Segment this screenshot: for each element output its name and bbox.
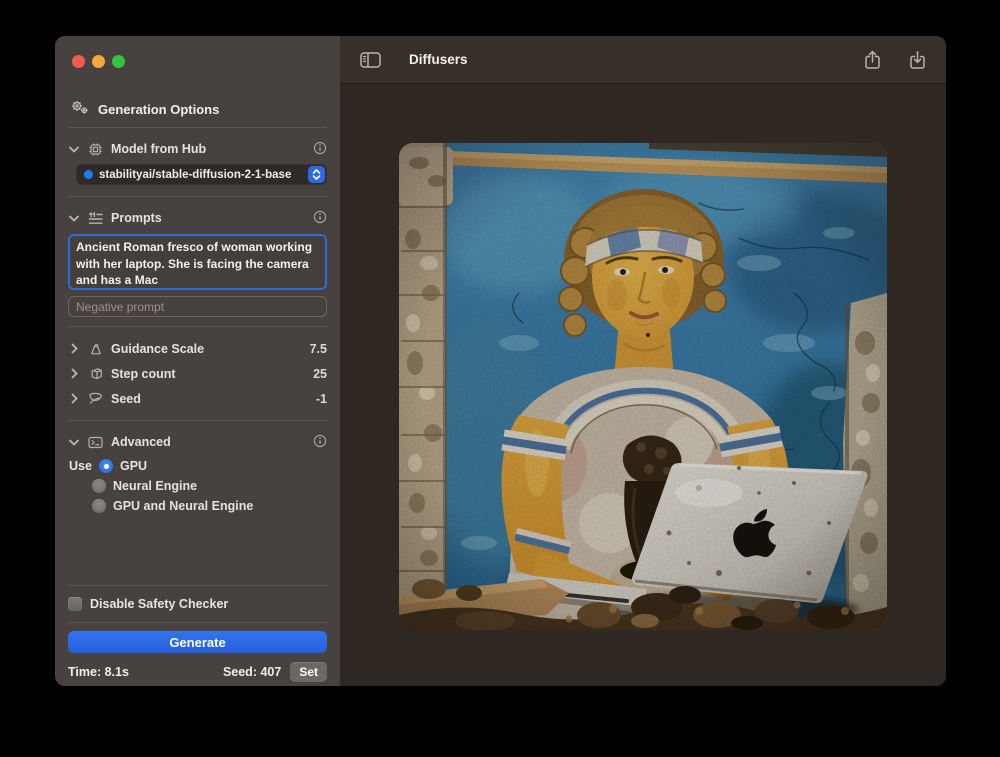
radio-unselected[interactable] [92, 479, 106, 493]
generated-image[interactable] [399, 143, 887, 630]
radio-option-neural-engine[interactable]: Neural Engine [68, 476, 327, 496]
radio-label: GPU [120, 459, 147, 473]
share-icon[interactable] [864, 50, 881, 70]
chevron-down-icon[interactable] [68, 215, 80, 222]
info-icon[interactable] [313, 141, 327, 158]
window-title: Diffusers [409, 52, 468, 67]
chevron-down-icon[interactable] [68, 146, 80, 153]
radio-label: Neural Engine [113, 479, 197, 493]
close-button[interactable] [72, 55, 85, 68]
seed-row[interactable]: Seed -1 [68, 386, 327, 411]
main-panel: Diffusers [340, 36, 946, 686]
leaf-icon [87, 392, 104, 405]
model-dropdown[interactable]: stabilityai/stable-diffusion-2-1-base [76, 164, 327, 185]
model-status-dot [84, 170, 93, 179]
terminal-icon [87, 436, 104, 449]
gears-icon [70, 100, 89, 118]
divider [68, 585, 327, 586]
step-count-value: 25 [313, 367, 327, 381]
radio-unselected[interactable] [92, 499, 106, 513]
model-section-label: Model from Hub [111, 142, 206, 156]
compute-unit-group: Use GPU Neural Engine GPU and Neural Eng… [68, 456, 327, 516]
advanced-section-label: Advanced [111, 435, 171, 449]
steps-icon [87, 367, 104, 381]
updown-chevrons-icon[interactable] [308, 166, 325, 183]
generate-button[interactable]: Generate [68, 631, 327, 653]
sidebar-header: Generation Options [68, 100, 327, 118]
prompts-section-row[interactable]: Prompts [68, 206, 327, 230]
status-bar: Time: 8.1s Seed: 407 Set [68, 662, 327, 686]
text-quote-icon [87, 212, 104, 225]
sidebar-toggle-icon[interactable] [360, 52, 381, 68]
radio-option-gpu-and-neural-engine[interactable]: GPU and Neural Engine [68, 496, 327, 516]
seed-value: -1 [316, 392, 327, 406]
traffic-lights [68, 36, 327, 68]
divider [68, 420, 327, 421]
step-count-row[interactable]: Step count 25 [68, 361, 327, 386]
info-icon[interactable] [313, 434, 327, 451]
sidebar-title: Generation Options [98, 102, 219, 117]
guidance-scale-value: 7.5 [310, 342, 327, 356]
time-status: Time: 8.1s [68, 665, 129, 679]
image-canvas [340, 84, 946, 686]
divider [68, 326, 327, 327]
seed-status: Seed: 407 [223, 665, 281, 679]
safety-checkbox[interactable] [68, 597, 82, 611]
zoom-button[interactable] [112, 55, 125, 68]
chevron-down-icon[interactable] [68, 439, 80, 446]
divider [68, 127, 327, 128]
guidance-scale-label: Guidance Scale [111, 342, 204, 356]
radio-option-gpu[interactable]: Use GPU [68, 456, 327, 476]
chevron-right-icon[interactable] [68, 368, 80, 379]
divider [68, 196, 327, 197]
minimize-button[interactable] [92, 55, 105, 68]
prompts-section-label: Prompts [111, 211, 162, 225]
step-count-label: Step count [111, 367, 176, 381]
use-label: Use [68, 459, 92, 473]
prompt-input[interactable]: Ancient Roman fresco of woman working wi… [68, 234, 327, 290]
advanced-section-row[interactable]: Advanced [68, 430, 327, 454]
negative-prompt-input[interactable] [68, 296, 327, 317]
model-section-row[interactable]: Model from Hub [68, 137, 327, 161]
divider [68, 622, 327, 623]
chevron-right-icon[interactable] [68, 343, 80, 354]
cpu-icon [87, 142, 104, 157]
seed-label: Seed [111, 392, 141, 406]
radio-label: GPU and Neural Engine [113, 499, 253, 513]
radio-selected[interactable] [99, 459, 113, 473]
chevron-right-icon[interactable] [68, 393, 80, 404]
safety-checker-row[interactable]: Disable Safety Checker [68, 593, 327, 615]
save-icon[interactable] [909, 50, 926, 70]
guidance-scale-row[interactable]: Guidance Scale 7.5 [68, 336, 327, 361]
sidebar: Generation Options Model from Hub stabil… [55, 36, 340, 686]
titlebar: Diffusers [340, 36, 946, 84]
info-icon[interactable] [313, 210, 327, 227]
scale-icon [87, 342, 104, 356]
model-dropdown-value: stabilityai/stable-diffusion-2-1-base [99, 169, 302, 181]
safety-checkbox-label: Disable Safety Checker [90, 597, 228, 611]
set-seed-button[interactable]: Set [290, 662, 327, 682]
app-window: Generation Options Model from Hub stabil… [55, 36, 946, 686]
